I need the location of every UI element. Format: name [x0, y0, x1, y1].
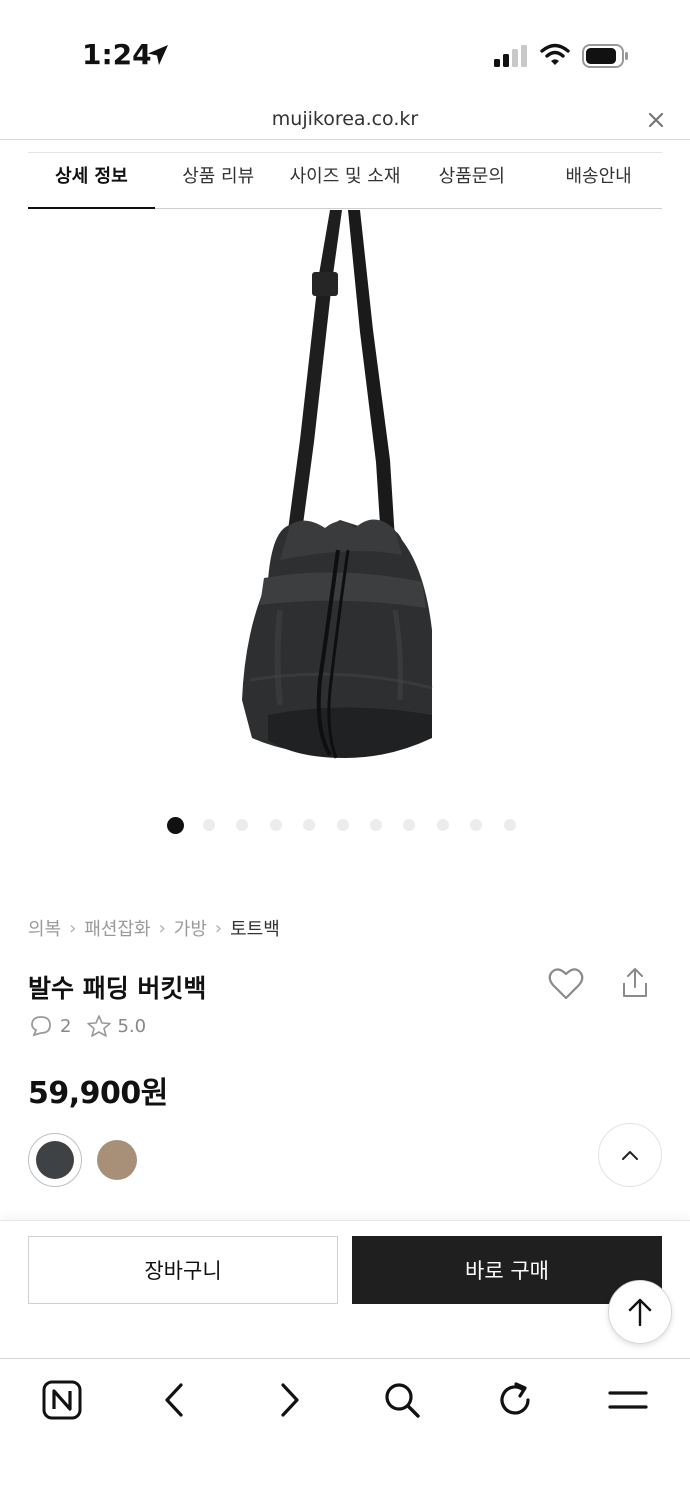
color-swatch-dark: [36, 1141, 74, 1179]
carousel-dot[interactable]: [269, 819, 282, 831]
tab-reviews[interactable]: 상품 리뷰: [155, 153, 282, 208]
tab-size-material[interactable]: 사이즈 및 소재: [282, 153, 409, 208]
carousel-dot[interactable]: [470, 819, 483, 831]
chevron-right-icon: ›: [214, 917, 223, 939]
share-icon[interactable]: [620, 966, 650, 1000]
tab-shipping[interactable]: 배송안내: [535, 153, 662, 208]
color-swatch-selected[interactable]: [28, 1133, 82, 1187]
scroll-to-top-button[interactable]: [608, 1280, 672, 1344]
status-bar: 1:24: [0, 0, 690, 100]
forward-icon[interactable]: [269, 1380, 309, 1420]
carousel-dot[interactable]: [203, 819, 215, 831]
heart-icon[interactable]: [548, 967, 584, 1001]
browser-toolbar: [0, 1358, 690, 1500]
chevron-right-icon: ›: [69, 917, 77, 939]
product-meta: 2 5.0: [30, 1015, 158, 1037]
search-icon[interactable]: [382, 1380, 422, 1420]
carousel-dot[interactable]: [503, 819, 516, 831]
back-icon[interactable]: [155, 1380, 195, 1420]
reload-icon[interactable]: [495, 1380, 535, 1420]
carousel-dot[interactable]: [336, 819, 349, 831]
carousel-dot[interactable]: [403, 819, 416, 831]
carousel-dot[interactable]: [236, 819, 249, 831]
status-time: 1:24: [82, 38, 152, 71]
add-to-cart-button[interactable]: 장바구니: [28, 1236, 338, 1304]
tab-detail-info[interactable]: 상세 정보: [28, 153, 155, 209]
carousel-dot[interactable]: [167, 816, 184, 834]
star-icon: [87, 1015, 112, 1037]
breadcrumb: 의복 › 패션잡화 › 가방 › 토트백: [28, 915, 280, 941]
carousel-dot[interactable]: [369, 819, 382, 831]
arrow-up-icon: [628, 1298, 652, 1327]
carousel-dot[interactable]: [436, 819, 449, 831]
url-text[interactable]: mujikorea.co.kr: [0, 108, 690, 130]
carousel-dot[interactable]: [303, 819, 316, 831]
breadcrumb-item[interactable]: 가방: [174, 915, 207, 941]
collapse-button[interactable]: [598, 1123, 662, 1187]
tab-inquiry[interactable]: 상품문의: [408, 153, 535, 208]
carousel-dots: [167, 816, 537, 834]
url-bar[interactable]: mujikorea.co.kr: [0, 100, 690, 140]
product-tabs: 상세 정보 상품 리뷰 사이즈 및 소재 상품문의 배송안내: [28, 152, 662, 209]
menu-icon[interactable]: [608, 1380, 648, 1420]
breadcrumb-item[interactable]: 의복: [28, 915, 61, 941]
naver-n-icon[interactable]: [42, 1380, 82, 1420]
rating-value: 5.0: [117, 1015, 147, 1037]
product-image[interactable]: [180, 210, 510, 780]
chevron-up-icon: [622, 1151, 638, 1160]
battery-icon: [582, 44, 628, 68]
color-swatch-beige[interactable]: [97, 1140, 137, 1180]
signal-icon: [494, 45, 527, 67]
close-icon[interactable]: [646, 110, 666, 130]
comment-icon: [31, 1016, 51, 1037]
location-arrow-icon: [148, 45, 168, 65]
wifi-icon: [540, 43, 570, 65]
comment-count: 2: [60, 1015, 72, 1037]
breadcrumb-item[interactable]: 토트백: [230, 915, 280, 941]
breadcrumb-item[interactable]: 패션잡화: [84, 915, 150, 941]
chevron-right-icon: ›: [158, 917, 166, 939]
product-title: 발수 패딩 버킷백: [28, 974, 207, 1003]
price: 59,900원: [28, 1076, 168, 1111]
